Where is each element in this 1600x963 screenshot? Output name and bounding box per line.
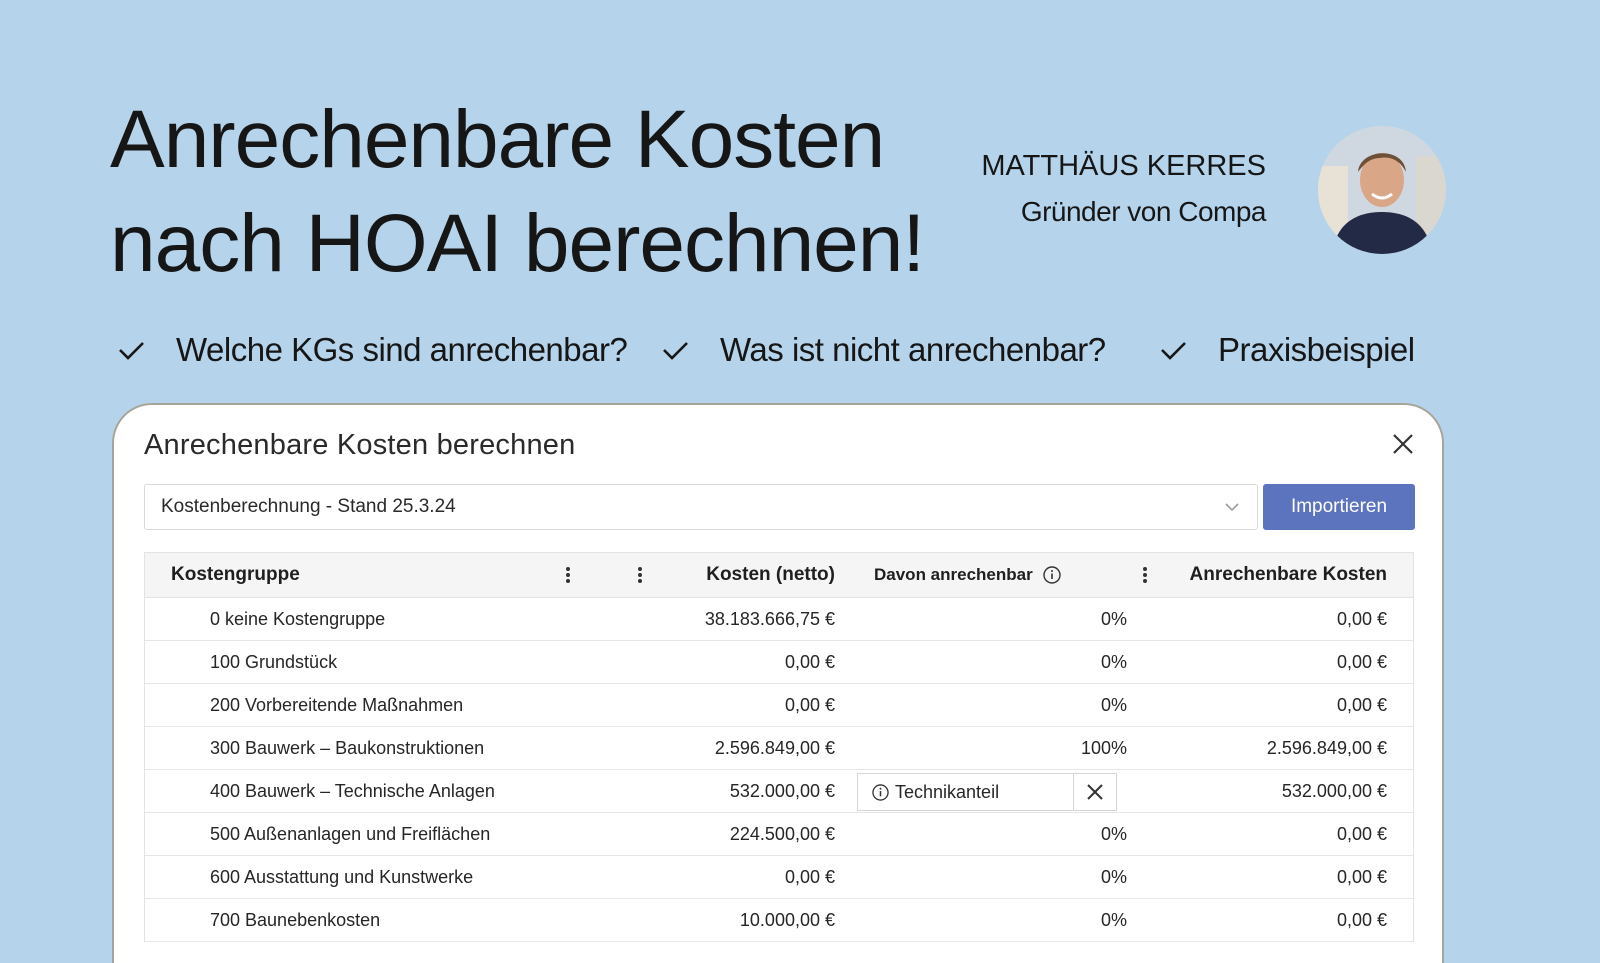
column-menu-icon[interactable] (637, 565, 643, 585)
cell-percent[interactable]: 100% (1081, 727, 1127, 769)
info-icon[interactable] (1043, 566, 1061, 584)
cell-anrechenbar: 532.000,00 € (1281, 780, 1387, 801)
cell-kostengruppe: 700 Baunebenkosten (210, 909, 381, 930)
info-icon (872, 783, 889, 801)
cell-anrechenbar: 0,00 € (1336, 823, 1387, 844)
cell-percent[interactable]: 0% (1101, 641, 1127, 683)
table-row[interactable]: 0 keine Kostengruppe 38.183.666,75 € 0% … (145, 598, 1413, 641)
cell-anrechenbar: 0,00 € (1336, 608, 1387, 629)
column-header-davon-label: Davon anrechenbar (874, 565, 1033, 584)
cell-kostengruppe: 500 Außenanlagen und Freiflächen (210, 823, 491, 844)
cell-anrechenbar: 0,00 € (1336, 694, 1387, 715)
table-row[interactable]: 200 Vorbereitende Maßnahmen 0,00 € 0% 0,… (145, 684, 1413, 727)
author-role: Gründer von Compa (1020, 196, 1267, 227)
cost-dialog: Anrechenbare Kosten berechnen Kostenbere… (112, 403, 1444, 963)
cell-percent[interactable]: 0% (1101, 684, 1127, 726)
feature-label: Praxisbeispiel (1218, 331, 1415, 368)
cell-kosten: 532.000,00 € (729, 780, 835, 801)
cell-percent[interactable]: 0% (1101, 598, 1127, 640)
cell-kosten: 0,00 € (784, 866, 835, 887)
cell-anrechenbar: 0,00 € (1336, 909, 1387, 930)
cell-kosten: 0,00 € (784, 651, 835, 672)
table-row[interactable]: 100 Grundstück 0,00 € 0% 0,00 € (145, 641, 1413, 684)
author-block: MATTHÄUS KERRES Gründer von Compa (981, 146, 1266, 232)
cell-percent[interactable]: 0% (1101, 813, 1127, 855)
cell-anrechenbar: 2.596.849,00 € (1266, 737, 1387, 758)
technikanteil-label: Technikanteil (895, 781, 1000, 802)
cell-kostengruppe: 100 Grundstück (210, 651, 338, 672)
feature-item: Was ist nicht anrechenbar? (660, 322, 1106, 378)
table-row[interactable]: 300 Bauwerk – Baukonstruktionen 2.596.84… (145, 727, 1413, 770)
cell-kostengruppe: 600 Ausstattung und Kunstwerke (210, 866, 474, 887)
table-row[interactable]: 500 Außenanlagen und Freiflächen 224.500… (145, 813, 1413, 856)
close-icon (1393, 434, 1413, 454)
feature-label: Welche KGs sind anrechenbar? (176, 331, 628, 368)
check-icon (1161, 342, 1186, 360)
import-button[interactable]: Importieren (1263, 484, 1415, 530)
feature-item: Praxisbeispiel (1158, 322, 1415, 378)
cell-percent[interactable]: 0% (1101, 899, 1127, 941)
close-icon (1087, 784, 1103, 800)
author-name: MATTHÄUS KERRES (981, 150, 1266, 182)
cell-kostengruppe: 400 Bauwerk – Technische Anlagen (210, 780, 495, 801)
cell-kosten: 0,00 € (784, 694, 835, 715)
technikanteil-tag[interactable]: Technikanteil (858, 774, 1074, 810)
column-header-kostengruppe[interactable]: Kostengruppe (171, 553, 300, 597)
chevron-down-icon (1225, 503, 1239, 512)
cost-table: Kostengruppe Kosten (netto) Davon anrech… (144, 552, 1414, 942)
estimate-select[interactable]: Kostenberechnung - Stand 25.3.24 (144, 484, 1258, 530)
cell-kostengruppe: 300 Bauwerk – Baukonstruktionen (210, 737, 485, 758)
cell-anrechenbar: 0,00 € (1336, 651, 1387, 672)
column-header-kosten[interactable]: Kosten (netto) (706, 553, 835, 597)
feature-list: Welche KGs sind anrechenbar? Was ist nic… (0, 322, 1600, 378)
cell-anrechenbar: 0,00 € (1336, 866, 1387, 887)
column-menu-icon[interactable] (565, 565, 571, 585)
cell-kostengruppe: 0 keine Kostengruppe (210, 608, 386, 629)
cell-kosten: 10.000,00 € (739, 909, 835, 930)
column-menu-icon[interactable] (1142, 565, 1148, 585)
remove-tag-button[interactable] (1074, 774, 1116, 810)
estimate-select-value: Kostenberechnung - Stand 25.3.24 (161, 496, 456, 517)
table-row[interactable]: 700 Baunebenkosten 10.000,00 € 0% 0,00 € (145, 899, 1413, 942)
cell-kosten: 224.500,00 € (729, 823, 835, 844)
cell-kostengruppe: 200 Vorbereitende Maßnahmen (210, 694, 464, 715)
avatar (1318, 126, 1446, 254)
feature-item: Welche KGs sind anrechenbar? (116, 322, 628, 378)
feature-label: Was ist nicht anrechenbar? (720, 331, 1106, 368)
technikanteil-chip[interactable]: Technikanteil (857, 773, 1117, 811)
cell-kosten: 38.183.666,75 € (704, 608, 835, 629)
table-header: Kostengruppe Kosten (netto) Davon anrech… (145, 553, 1413, 598)
headline-line-2: nach HOAI berechnen! (110, 198, 925, 289)
headline-line-1: Anrechenbare Kosten (110, 94, 885, 185)
cell-percent[interactable]: 0% (1101, 856, 1127, 898)
close-button[interactable] (1390, 431, 1416, 457)
dialog-title: Anrechenbare Kosten berechnen (144, 429, 576, 461)
table-row[interactable]: 400 Bauwerk – Technische Anlagen 532.000… (145, 770, 1413, 813)
check-icon (663, 342, 688, 360)
column-header-anrechenbar[interactable]: Anrechenbare Kosten (1190, 553, 1387, 597)
headline: Anrechenbare Kosten nach HOAI berechnen! (110, 88, 925, 296)
cell-kosten: 2.596.849,00 € (714, 737, 835, 758)
check-icon (119, 342, 144, 360)
table-row[interactable]: 600 Ausstattung und Kunstwerke 0,00 € 0%… (145, 856, 1413, 899)
column-header-davon[interactable]: Davon anrechenbar (874, 553, 1061, 597)
